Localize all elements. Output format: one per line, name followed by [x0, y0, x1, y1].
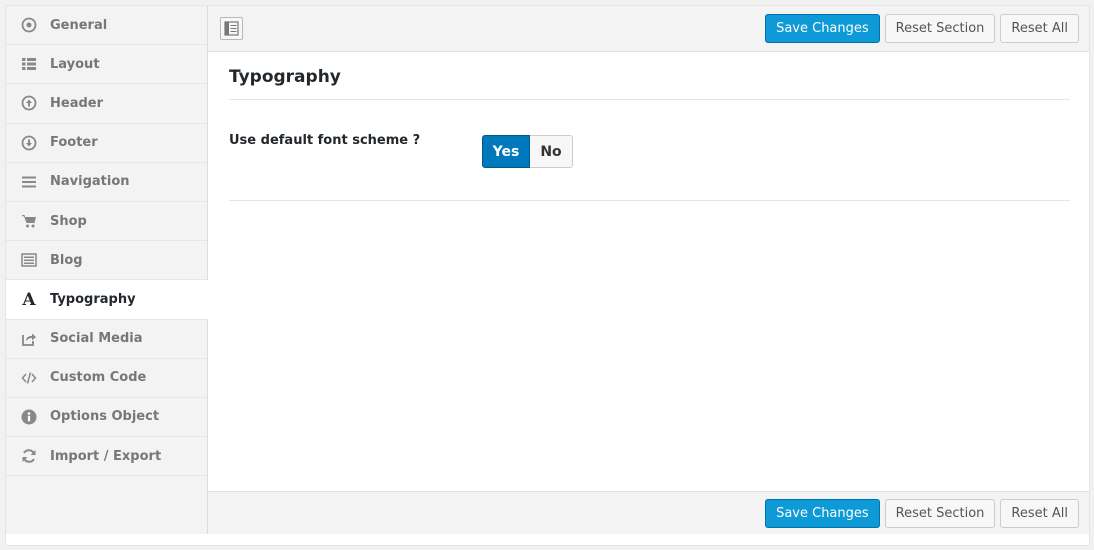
font-scheme-switch: Yes No — [482, 135, 573, 168]
reset-all-button[interactable]: Reset All — [1000, 499, 1079, 528]
sidebar-item-label: Footer — [50, 135, 98, 151]
title-divider — [229, 99, 1070, 100]
target-icon — [20, 16, 38, 34]
sidebar-item-custom-code[interactable]: Custom Code — [6, 358, 207, 398]
info-icon — [20, 408, 38, 426]
expand-options-button[interactable] — [220, 17, 243, 40]
expand-icon — [224, 21, 239, 36]
sidebar-item-header[interactable]: Header — [6, 84, 207, 124]
menu-icon — [20, 173, 38, 191]
sidebar-item-label: Social Media — [50, 331, 143, 347]
sidebar-item-label: Navigation — [50, 174, 130, 190]
share-icon — [20, 330, 38, 348]
sidebar-item-shop[interactable]: Shop — [6, 201, 207, 242]
top-toolbar: Save Changes Reset Section Reset All — [208, 6, 1089, 52]
reset-section-button[interactable]: Reset Section — [884, 499, 996, 528]
sidebar-item-footer[interactable]: Footer — [6, 123, 207, 163]
top-button-group: Save Changes Reset Section Reset All — [765, 14, 1079, 43]
switch-no-button[interactable]: No — [530, 135, 573, 168]
field-label: Use default font scheme ? — [229, 133, 421, 148]
field-divider — [229, 200, 1070, 201]
sidebar-item-social-media[interactable]: Social Media — [6, 319, 207, 359]
typography-icon: A — [20, 290, 38, 308]
sidebar-item-options-object[interactable]: Options Object — [6, 397, 207, 438]
bottom-toolbar: Save Changes Reset Section Reset All — [208, 491, 1089, 534]
svg-text:A: A — [21, 290, 36, 308]
sidebar-item-label: Options Object — [50, 409, 160, 425]
sidebar-item-label: Import / Export — [50, 448, 162, 464]
refresh-icon — [20, 447, 38, 465]
section-content: Typography Use default font scheme ? Yes… — [208, 53, 1089, 491]
sidebar-item-label: Blog — [50, 252, 83, 268]
bottom-button-group: Save Changes Reset Section Reset All — [765, 499, 1079, 528]
sidebar: General Layout Header Footer Navigation … — [6, 6, 208, 534]
sidebar-item-label: Typography — [50, 291, 136, 307]
section-title: Typography — [229, 67, 341, 87]
arrow-down-circle-icon — [20, 134, 38, 152]
switch-yes-button[interactable]: Yes — [482, 135, 530, 168]
sidebar-item-label: General — [50, 17, 108, 33]
sidebar-item-label: Shop — [50, 213, 87, 229]
list-icon — [20, 55, 38, 73]
options-panel: General Layout Header Footer Navigation … — [5, 5, 1090, 546]
sidebar-item-label: Header — [50, 95, 104, 111]
blog-icon — [20, 251, 38, 269]
code-icon — [20, 369, 38, 387]
sidebar-item-import-export[interactable]: Import / Export — [6, 437, 207, 477]
sidebar-item-general[interactable]: General — [6, 6, 207, 46]
arrow-up-circle-icon — [20, 94, 38, 112]
save-changes-button[interactable]: Save Changes — [765, 499, 880, 528]
sidebar-item-navigation[interactable]: Navigation — [6, 162, 207, 202]
sidebar-item-label: Layout — [50, 56, 100, 72]
reset-all-button[interactable]: Reset All — [1000, 14, 1079, 43]
cart-icon — [20, 212, 38, 230]
save-changes-button[interactable]: Save Changes — [765, 14, 880, 43]
sidebar-item-blog[interactable]: Blog — [6, 241, 207, 281]
sidebar-menu: General Layout Header Footer Navigation … — [6, 6, 208, 477]
sidebar-item-typography[interactable]: A Typography — [6, 280, 208, 320]
reset-section-button[interactable]: Reset Section — [884, 14, 996, 43]
sidebar-item-layout[interactable]: Layout — [6, 45, 207, 85]
sidebar-item-label: Custom Code — [50, 370, 147, 386]
